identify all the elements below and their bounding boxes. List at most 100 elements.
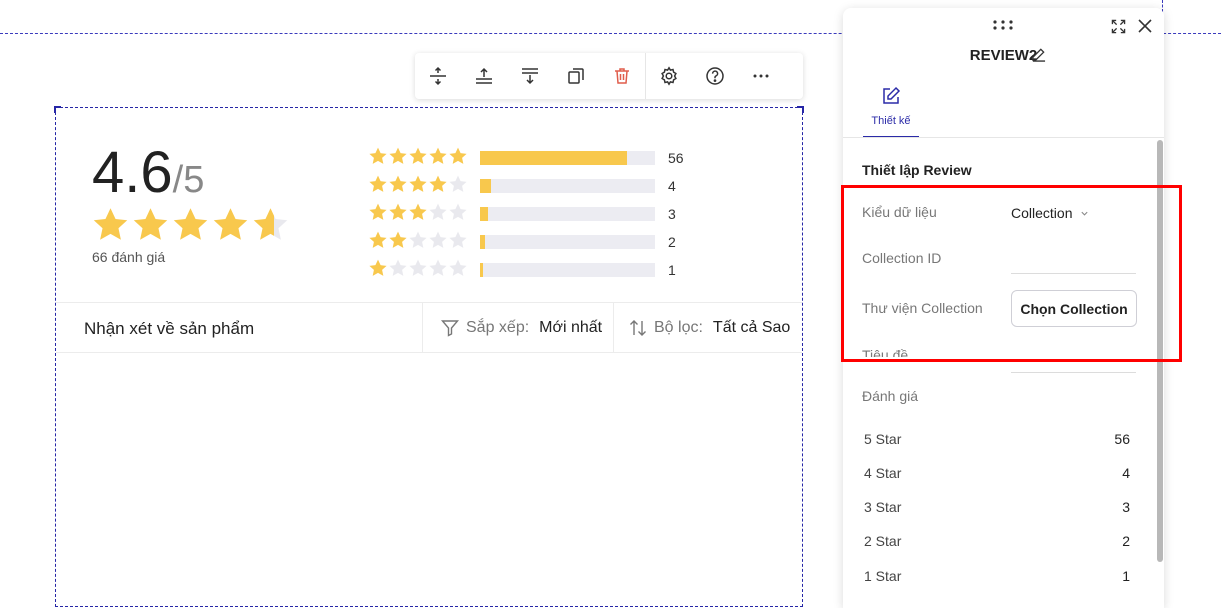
star-count-label: 1 Star bbox=[864, 568, 902, 584]
star-icon bbox=[368, 146, 388, 171]
star-icon bbox=[428, 146, 448, 171]
sort-label: Sắp xếp: bbox=[466, 318, 530, 336]
star-icon bbox=[428, 258, 448, 283]
insert-below-icon bbox=[522, 68, 538, 85]
rating-section-label: Đánh giá bbox=[862, 388, 919, 404]
rating-row-stars bbox=[368, 258, 468, 283]
star-icon bbox=[388, 202, 408, 227]
drag-handle-icon[interactable] bbox=[991, 19, 1015, 31]
star-count-value[interactable]: 56 bbox=[1114, 431, 1130, 447]
rating-row-5: 56 bbox=[368, 144, 684, 172]
review-settings-heading: Thiết lập Review bbox=[862, 162, 972, 178]
rating-bar-fill bbox=[480, 235, 486, 249]
move-vertical-button[interactable] bbox=[415, 53, 461, 99]
resize-handle-top-right[interactable] bbox=[797, 106, 804, 113]
review-filter-bar: Nhận xét về sản phẩm Sắp xếp: Mới nhất B… bbox=[56, 302, 802, 353]
star-icon bbox=[408, 202, 428, 227]
star-count-row: 3 Star 3 bbox=[864, 499, 1130, 515]
insert-above-icon bbox=[476, 67, 492, 84]
rating-bar bbox=[480, 263, 655, 277]
star-count-value[interactable]: 2 bbox=[1122, 533, 1130, 549]
review-widget[interactable]: 4.6 /5 66 đánh giá 56 4 3 2 1 Nhận xét về sả… bbox=[54, 106, 804, 607]
star-icon bbox=[211, 205, 250, 249]
settings-icon bbox=[661, 66, 677, 86]
element-toolbar bbox=[415, 53, 803, 99]
star-icon bbox=[388, 174, 408, 199]
rating-bar-fill bbox=[480, 207, 488, 221]
rating-bar bbox=[480, 207, 655, 221]
panel-title: REVIEW2 bbox=[969, 47, 1038, 64]
move-vertical-icon bbox=[430, 66, 446, 86]
rating-row-2: 2 bbox=[368, 228, 684, 256]
panel-divider bbox=[843, 137, 1164, 138]
star-count-row: 4 Star 4 bbox=[864, 465, 1130, 481]
help-button[interactable] bbox=[692, 53, 738, 99]
rating-score-denominator: /5 bbox=[172, 159, 205, 201]
rating-row-count: 2 bbox=[668, 234, 676, 250]
more-icon bbox=[753, 74, 769, 78]
star-icon bbox=[428, 230, 448, 255]
rating-row-3: 3 bbox=[368, 200, 684, 228]
sort-control[interactable]: Sắp xếp: Mới nhất bbox=[422, 303, 602, 352]
sort-arrows-icon bbox=[628, 318, 648, 338]
close-icon[interactable] bbox=[1137, 18, 1153, 34]
rating-distribution: 56 4 3 2 1 bbox=[368, 144, 684, 284]
star-icon bbox=[91, 205, 130, 249]
star-count-label: 3 Star bbox=[864, 499, 902, 515]
star-icon bbox=[388, 146, 408, 171]
star-icon bbox=[408, 258, 428, 283]
rating-row-stars bbox=[368, 202, 468, 227]
star-icon bbox=[448, 230, 468, 255]
insert-below-button[interactable] bbox=[507, 53, 553, 99]
expand-icon[interactable] bbox=[1111, 19, 1126, 34]
star-icon bbox=[428, 174, 448, 199]
star-icon bbox=[408, 230, 428, 255]
rename-icon[interactable] bbox=[1031, 47, 1046, 62]
delete-icon bbox=[615, 68, 629, 84]
star-icon bbox=[388, 258, 408, 283]
star-count-value[interactable]: 1 bbox=[1122, 568, 1130, 584]
rating-score-value: 4.6 bbox=[92, 140, 173, 205]
rating-row-count: 56 bbox=[668, 150, 684, 166]
filter-control[interactable]: Bộ lọc: Tất cả Sao bbox=[613, 303, 790, 352]
star-icon bbox=[448, 174, 468, 199]
star-icon bbox=[131, 205, 170, 249]
rating-row-count: 1 bbox=[668, 262, 676, 278]
average-stars bbox=[91, 205, 290, 249]
help-icon bbox=[706, 67, 724, 85]
resize-handle-top-left[interactable] bbox=[54, 106, 61, 113]
star-count-label: 5 Star bbox=[864, 431, 902, 447]
star-icon bbox=[428, 202, 448, 227]
rating-bar-fill bbox=[480, 263, 483, 277]
duplicate-icon bbox=[568, 68, 584, 84]
filter-value: Tất cả Sao bbox=[712, 318, 791, 336]
rating-row-4: 4 bbox=[368, 172, 684, 200]
star-icon bbox=[171, 205, 210, 249]
settings-button[interactable] bbox=[646, 53, 692, 99]
more-button[interactable] bbox=[738, 53, 784, 99]
sort-value: Mới nhất bbox=[539, 318, 603, 336]
star-count-value[interactable]: 3 bbox=[1122, 499, 1130, 515]
rating-row-stars bbox=[368, 174, 468, 199]
editor-canvas: 4.6 /5 66 đánh giá 56 4 3 2 1 Nhận xét về sả… bbox=[0, 0, 1221, 608]
star-icon bbox=[368, 174, 388, 199]
rating-bar-fill bbox=[480, 179, 491, 193]
duplicate-button[interactable] bbox=[553, 53, 599, 99]
insert-above-button[interactable] bbox=[461, 53, 507, 99]
star-count-value[interactable]: 4 bbox=[1122, 465, 1130, 481]
rating-bar bbox=[480, 151, 655, 165]
tab-design[interactable]: Thiết kế bbox=[863, 86, 919, 138]
star-count-row: 2 Star 2 bbox=[864, 533, 1130, 549]
star-icon bbox=[408, 174, 428, 199]
funnel-icon bbox=[440, 318, 460, 338]
rating-row-stars bbox=[368, 230, 468, 255]
star-icon bbox=[448, 146, 468, 171]
toolbar-misc-group bbox=[646, 53, 784, 99]
star-icon bbox=[448, 258, 468, 283]
star-icon bbox=[368, 258, 388, 283]
rating-row-stars bbox=[368, 146, 468, 171]
delete-button[interactable] bbox=[599, 53, 645, 99]
star-count-label: 2 Star bbox=[864, 533, 902, 549]
star-icon bbox=[251, 205, 290, 249]
edit-icon bbox=[883, 86, 901, 104]
